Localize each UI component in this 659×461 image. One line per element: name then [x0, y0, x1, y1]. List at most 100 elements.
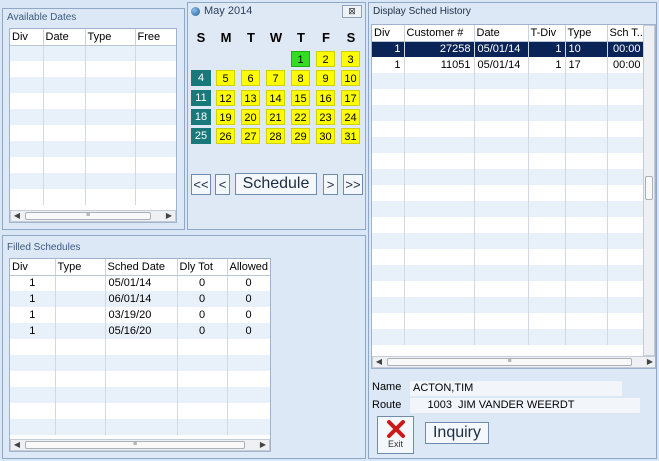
table-row[interactable]	[372, 73, 645, 89]
calendar-day[interactable]: 28	[266, 128, 285, 144]
calendar-day[interactable]: 12	[216, 90, 235, 106]
column-header-type[interactable]: Type	[55, 259, 106, 276]
column-header-div[interactable]: Div	[10, 29, 44, 46]
column-header-sch-time[interactable]: Sch T...	[607, 25, 645, 42]
filled-schedules-grid[interactable]: Div Type Sched Date Dly Tot Allowed 1 05/…	[9, 258, 271, 452]
calendar-day[interactable]: 3	[341, 51, 360, 67]
table-row[interactable]	[372, 185, 645, 201]
table-row[interactable]: 1 06/01/14 0 0	[10, 291, 270, 307]
calendar-day[interactable]: 8	[291, 70, 310, 86]
column-header-type[interactable]: Type	[565, 25, 608, 42]
column-header-type[interactable]: Type	[85, 29, 136, 46]
table-row[interactable]	[372, 233, 645, 249]
table-row[interactable]	[372, 313, 645, 329]
table-row[interactable]	[372, 105, 645, 121]
table-row[interactable]	[10, 141, 176, 157]
filled-schedules-hscroll[interactable]: ◀ ≡ ▶	[10, 439, 270, 451]
scroll-left-icon[interactable]: ◀	[11, 211, 23, 221]
table-row[interactable]	[10, 125, 176, 141]
column-header-allowed[interactable]: Allowed	[227, 259, 270, 276]
calendar-day[interactable]: 30	[316, 128, 335, 144]
calendar-day[interactable]: 24	[341, 109, 360, 125]
sched-history-grid[interactable]: Div Customer # Date T-Div Type Sch T... …	[371, 24, 656, 369]
exit-button[interactable]: Exit	[377, 416, 414, 454]
table-row[interactable]	[372, 169, 645, 185]
last-month-button[interactable]: >>	[343, 174, 363, 195]
table-row[interactable]	[10, 109, 176, 125]
calendar-day[interactable]: 26	[216, 128, 235, 144]
calendar-week-cell[interactable]: 11	[191, 90, 211, 106]
scroll-thumb[interactable]: ≡	[387, 358, 632, 366]
scroll-thumb[interactable]	[645, 176, 653, 200]
sched-history-vscroll[interactable]	[643, 25, 655, 356]
calendar-day[interactable]: 29	[291, 128, 310, 144]
table-row[interactable]	[372, 329, 645, 345]
table-row[interactable]	[10, 61, 176, 77]
column-header-dly-tot[interactable]: Dly Tot	[177, 259, 228, 276]
scroll-left-icon[interactable]: ◀	[11, 440, 23, 450]
calendar-day[interactable]: 31	[341, 128, 360, 144]
scroll-thumb[interactable]: ≡	[25, 212, 151, 220]
calendar-day[interactable]: 27	[241, 128, 260, 144]
table-row[interactable]	[10, 173, 176, 189]
scroll-thumb[interactable]: ≡	[25, 441, 245, 449]
calendar-week-cell[interactable]: 18	[191, 109, 211, 125]
calendar-day[interactable]: 7	[266, 70, 285, 86]
column-header-div[interactable]: Div	[10, 259, 56, 276]
column-header-free[interactable]: Free	[135, 29, 176, 46]
calendar-day[interactable]: 15	[291, 90, 310, 106]
table-row[interactable]	[10, 77, 176, 93]
calendar-day[interactable]: 5	[216, 70, 235, 86]
calendar-day[interactable]: 22	[291, 109, 310, 125]
table-row[interactable]	[372, 249, 645, 265]
table-row[interactable]	[372, 121, 645, 137]
table-row[interactable]	[10, 189, 176, 205]
scroll-right-icon[interactable]: ▶	[644, 357, 655, 367]
table-row[interactable]: 1 03/19/20 0 0	[10, 307, 270, 323]
table-row[interactable]	[372, 89, 645, 105]
table-row[interactable]	[10, 419, 270, 435]
calendar-day[interactable]: 21	[266, 109, 285, 125]
table-row[interactable]	[10, 93, 176, 109]
calendar-week-cell[interactable]: 25	[191, 128, 211, 144]
calendar-day[interactable]: 19	[216, 109, 235, 125]
scroll-right-icon[interactable]: ▶	[163, 211, 175, 221]
sched-history-hscroll[interactable]: ◀ ≡ ▶	[372, 356, 655, 368]
column-header-t-div[interactable]: T-Div	[528, 25, 566, 42]
table-row[interactable]	[10, 339, 270, 355]
prev-month-button[interactable]: <	[215, 174, 230, 195]
column-header-sched-date[interactable]: Sched Date	[105, 259, 178, 276]
column-header-customer[interactable]: Customer #	[404, 25, 475, 42]
table-row[interactable]	[372, 137, 645, 153]
calendar-day-selected[interactable]: 1	[291, 51, 310, 67]
table-row[interactable]	[10, 371, 270, 387]
available-dates-table[interactable]: Div Date Type Free	[10, 29, 176, 205]
available-dates-hscroll[interactable]: ◀ ≡ ▶	[10, 210, 176, 222]
scroll-right-icon[interactable]: ▶	[257, 440, 269, 450]
column-header-div[interactable]: Div	[372, 25, 405, 42]
schedule-button[interactable]: Schedule	[235, 173, 317, 195]
table-row[interactable]	[372, 217, 645, 233]
available-dates-grid[interactable]: Div Date Type Free ◀ ≡ ▶	[9, 28, 177, 223]
calendar-week-cell[interactable]: 4	[191, 70, 211, 86]
calendar-day[interactable]: 23	[316, 109, 335, 125]
calendar-day[interactable]: 13	[241, 90, 260, 106]
calendar-day[interactable]: 16	[316, 90, 335, 106]
table-row[interactable]: 1 05/01/14 0 0	[10, 275, 270, 291]
filled-schedules-table[interactable]: Div Type Sched Date Dly Tot Allowed 1 05/…	[10, 259, 270, 435]
table-row[interactable]	[372, 281, 645, 297]
next-month-button[interactable]: >	[323, 174, 338, 195]
table-row[interactable]: 1 27258 05/01/14 1 10 00:00	[372, 41, 645, 57]
column-header-date[interactable]: Date	[43, 29, 86, 46]
calendar-day[interactable]: 17	[341, 90, 360, 106]
table-row[interactable]	[372, 153, 645, 169]
calendar-day[interactable]: 20	[241, 109, 260, 125]
inquiry-button[interactable]: Inquiry	[425, 422, 489, 444]
first-month-button[interactable]: <<	[191, 174, 211, 195]
table-row[interactable]	[10, 403, 270, 419]
calendar-close-icon[interactable]: ⊠	[342, 5, 362, 18]
sched-history-table[interactable]: Div Customer # Date T-Div Type Sch T... …	[372, 25, 645, 345]
table-row[interactable]	[10, 157, 176, 173]
table-row[interactable]: 1 05/16/20 0 0	[10, 323, 270, 339]
table-row[interactable]	[372, 297, 645, 313]
